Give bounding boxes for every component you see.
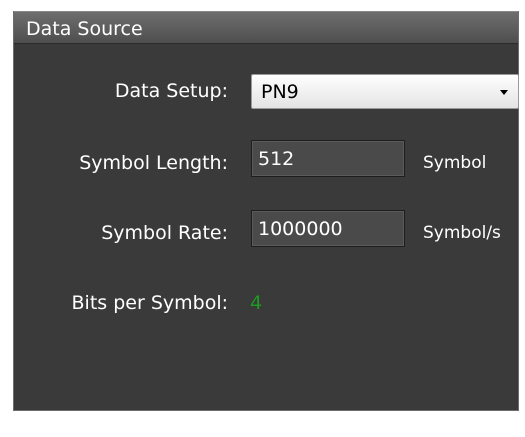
chevron-down-icon	[500, 90, 508, 95]
symbol-length-unit: Symbol	[423, 153, 487, 173]
data-setup-label: Data Setup:	[114, 80, 228, 102]
bits-per-symbol-value: 4	[250, 292, 263, 314]
symbol-rate-label: Symbol Rate:	[101, 222, 228, 244]
panel-title: Data Source	[26, 18, 143, 40]
data-setup-dropdown[interactable]: PN9	[251, 74, 519, 109]
symbol-rate-input[interactable]	[251, 210, 405, 247]
symbol-rate-unit: Symbol/s	[423, 223, 501, 243]
panel-header: Data Source	[14, 11, 518, 44]
symbol-length-label: Symbol Length:	[79, 152, 228, 174]
data-source-panel: Data Source Data Setup: PN9 Symbol Lengt…	[13, 11, 519, 411]
data-setup-selected-value: PN9	[261, 81, 299, 103]
symbol-length-input[interactable]	[251, 140, 405, 177]
bits-per-symbol-label: Bits per Symbol:	[71, 292, 228, 314]
